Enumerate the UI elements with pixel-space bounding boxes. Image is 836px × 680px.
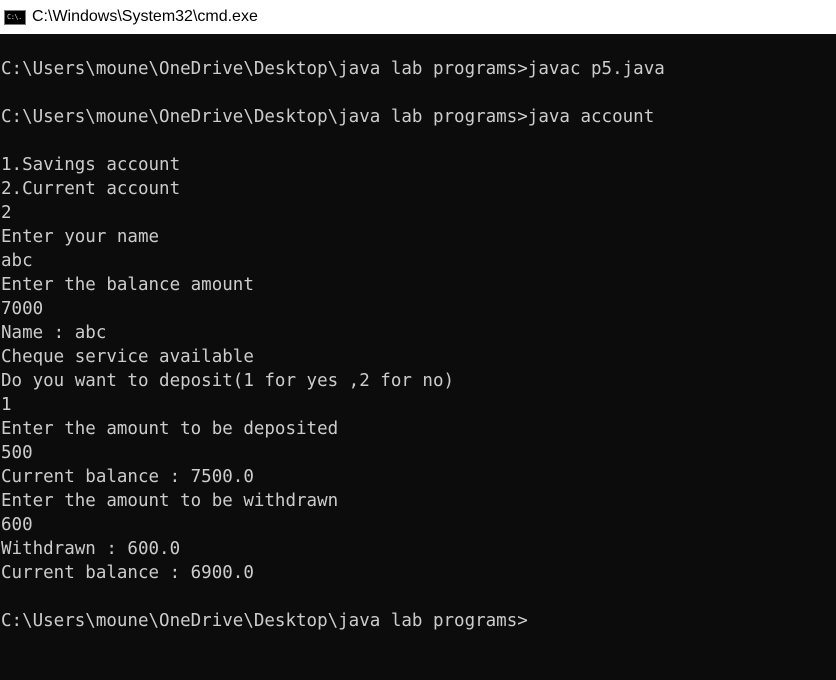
console-line: Enter your name: [1, 227, 160, 247]
console-line: 600: [1, 515, 33, 535]
cmd-icon-glyph: C:\.: [7, 12, 22, 21]
console-line: C:\Users\moune\OneDrive\Desktop\java lab…: [1, 59, 665, 79]
console-line: Enter the balance amount: [1, 275, 254, 295]
console-line: 2: [1, 203, 12, 223]
console-line: 2.Current account: [1, 179, 181, 199]
console-line: C:\Users\moune\OneDrive\Desktop\java lab…: [1, 107, 655, 127]
console-line: C:\Users\moune\OneDrive\Desktop\java lab…: [1, 611, 528, 631]
title-bar[interactable]: C:\. C:\Windows\System32\cmd.exe: [0, 0, 836, 34]
console-output[interactable]: C:\Users\moune\OneDrive\Desktop\java lab…: [0, 34, 836, 680]
console-line: 500: [1, 443, 33, 463]
console-line: Cheque service available: [1, 347, 254, 367]
cmd-app-icon[interactable]: C:\.: [4, 9, 26, 25]
console-line: Current balance : 7500.0: [1, 467, 254, 487]
console-line: Do you want to deposit(1 for yes ,2 for …: [1, 371, 455, 391]
console-line: Enter the amount to be deposited: [1, 419, 339, 439]
console-line: Enter the amount to be withdrawn: [1, 491, 339, 511]
console-line: Name : abc: [1, 323, 107, 343]
window-title: C:\Windows\System32\cmd.exe: [32, 8, 258, 25]
console-line: 1: [1, 395, 12, 415]
cmd-window: C:\. C:\Windows\System32\cmd.exe C:\User…: [0, 0, 836, 680]
console-line: Withdrawn : 600.0: [1, 539, 181, 559]
console-line: Current balance : 6900.0: [1, 563, 254, 583]
console-line: 7000: [1, 299, 44, 319]
console-line: 1.Savings account: [1, 155, 181, 175]
console-line: abc: [1, 251, 33, 271]
